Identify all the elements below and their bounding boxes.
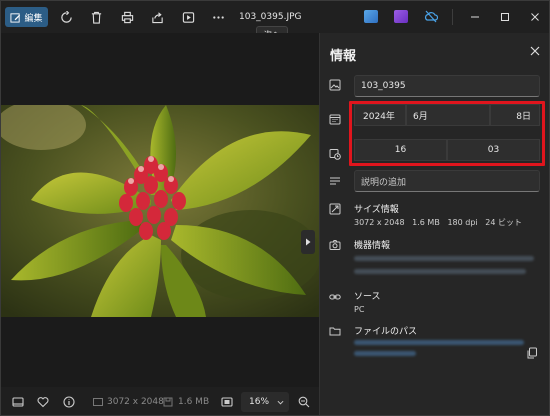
photo-viewer[interactable] (1, 33, 319, 387)
print-button[interactable] (117, 7, 137, 27)
zoom-out-icon (298, 396, 310, 408)
info-icon (63, 396, 75, 408)
time-picker[interactable]: 16 03 (354, 139, 540, 161)
size-title: サイズ情報 (354, 205, 399, 215)
source-value: PC (354, 305, 365, 314)
close-panel-button[interactable] (527, 43, 543, 59)
window-close-button[interactable] (525, 7, 545, 27)
photo-image (1, 105, 319, 317)
month-value: 6月 (413, 111, 428, 122)
size-icon (328, 202, 342, 216)
device-details-redacted-2 (354, 269, 526, 274)
slideshow-button[interactable] (178, 7, 198, 27)
filmstrip-button[interactable] (11, 395, 25, 409)
file-size: 1.6 MB (178, 397, 210, 407)
close-icon (530, 46, 540, 56)
hour-field[interactable]: 16 (354, 139, 447, 161)
copy-icon (527, 347, 537, 359)
chevron-down-icon (277, 400, 284, 404)
edit-button[interactable]: 編集 (5, 7, 48, 27)
filename-value: 103_0395 (361, 81, 406, 91)
dimension-icon (91, 395, 105, 409)
print-icon (121, 11, 133, 23)
device-details-redacted (354, 256, 534, 261)
size-details: 3072 x 2048 1.6 MB 180 dpi 24 ビット (354, 218, 522, 227)
next-image-button[interactable] (301, 230, 315, 254)
description-icon (328, 174, 342, 188)
description-field[interactable]: 説明の追加 (354, 170, 540, 192)
maximize-button[interactable] (495, 7, 515, 27)
filmstrip-icon (12, 397, 24, 407)
zoom-select[interactable]: 16% (241, 392, 289, 412)
slideshow-icon (182, 11, 194, 23)
image-dimensions: 3072 x 2048 (107, 397, 164, 407)
toolbar-separator (452, 9, 453, 25)
year-value: 2024年 (363, 111, 395, 122)
favorite-icon (37, 397, 49, 408)
favorite-button[interactable] (36, 395, 50, 409)
edit-icon (10, 12, 21, 23)
more-button[interactable] (208, 7, 228, 27)
device-title: 機器情報 (354, 241, 391, 251)
path-title: ファイルのパス (354, 327, 418, 337)
folder-icon (328, 324, 342, 338)
link-icon (328, 290, 342, 304)
description-placeholder: 説明の追加 (361, 177, 407, 188)
file-path-redacted[interactable] (354, 340, 524, 345)
day-field[interactable]: 8日 (490, 104, 540, 126)
info-panel: 情報 103_0395 2024年 6月 8日 16 03 説明の追加 サイズ情… (319, 33, 549, 415)
minimize-button[interactable] (465, 7, 485, 27)
fit-icon (221, 397, 233, 407)
delete-button[interactable] (86, 7, 106, 27)
maximize-icon (501, 13, 509, 21)
edit-button-label: 編集 (24, 13, 43, 24)
window-close-icon (531, 13, 539, 21)
source-title: ソース (354, 292, 381, 302)
more-icon (212, 15, 224, 19)
share-button[interactable] (147, 7, 167, 27)
file-name: 103_0395.JPG (239, 12, 302, 22)
date-picker[interactable]: 2024年 6月 8日 (354, 104, 540, 126)
zoom-value: 16% (249, 397, 270, 407)
day-value: 8日 (516, 111, 531, 122)
panel-title: 情報 (330, 49, 357, 64)
cloud-off-icon[interactable] (424, 10, 439, 23)
filesize-icon (161, 395, 175, 409)
minute-field[interactable]: 03 (447, 139, 540, 161)
filename-field[interactable]: 103_0395 (354, 75, 540, 97)
app-icon-clipchamp[interactable] (394, 10, 408, 23)
bottom-bar: 3072 x 2048 1.6 MB 16% (1, 389, 319, 415)
photos-window: 編集 103_0395.JPG 3072 x 2048 1.6 MB 16% 情… (0, 0, 550, 416)
image-icon (328, 78, 342, 92)
share-icon (151, 11, 163, 23)
camera-icon (328, 238, 342, 252)
app-icon-editor[interactable] (364, 10, 378, 23)
minimize-icon (471, 16, 479, 18)
file-path-redacted-2[interactable] (354, 351, 416, 356)
zoom-out-button[interactable] (297, 395, 311, 409)
month-field[interactable]: 6月 (406, 104, 490, 126)
delete-icon (91, 11, 101, 24)
calendar-icon (328, 112, 342, 126)
hour-value: 16 (394, 145, 407, 155)
rotate-button[interactable] (56, 7, 76, 27)
fit-button[interactable] (220, 395, 234, 409)
info-button[interactable] (62, 395, 76, 409)
minute-value: 03 (487, 145, 500, 155)
year-field[interactable]: 2024年 (354, 104, 406, 126)
clock-calendar-icon (328, 147, 342, 161)
copy-path-button[interactable] (525, 346, 539, 360)
next-chevron-icon (306, 238, 311, 246)
rotate-icon (60, 10, 72, 23)
